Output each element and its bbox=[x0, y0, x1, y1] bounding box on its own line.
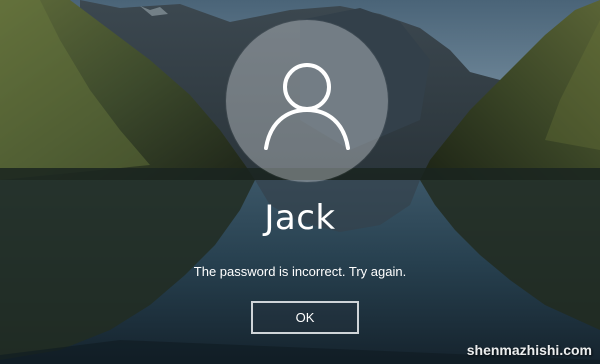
ok-button[interactable]: OK bbox=[251, 301, 359, 334]
user-avatar bbox=[226, 20, 388, 182]
watermark-text: shenmazhishi.com bbox=[466, 342, 592, 358]
user-silhouette-icon bbox=[264, 63, 350, 150]
error-message: The password is incorrect. Try again. bbox=[193, 264, 407, 279]
lock-screen: Jack The password is incorrect. Try agai… bbox=[0, 0, 600, 364]
user-name: Jack bbox=[264, 198, 336, 238]
